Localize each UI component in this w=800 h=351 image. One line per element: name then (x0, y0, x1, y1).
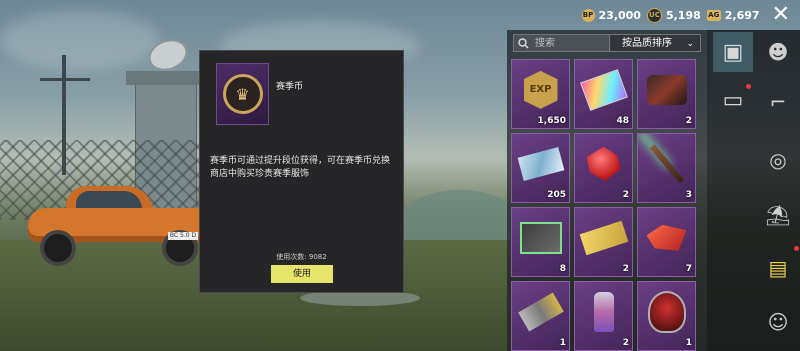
inventory-item-red-gem[interactable]: 2 (574, 133, 633, 203)
inventory-item-helmet[interactable]: 1 (637, 281, 696, 351)
inventory-item-spray-can[interactable]: 2 (574, 281, 633, 351)
steering-wheel-icon: ◎ (769, 148, 787, 172)
sort-label: 按品质排序 (622, 38, 672, 49)
category-sidebar: ▣ ☻ ▭ ⌐ ◎ ⛱ ▤ ☺ (707, 30, 800, 351)
antenna-bar (40, 78, 90, 81)
search-box[interactable] (513, 34, 611, 52)
engine-icon (646, 74, 687, 105)
bp-balance: BP 23,000 (581, 8, 641, 22)
weapon-skin-icon (517, 292, 564, 332)
tab-weapon[interactable]: ⌐ (759, 82, 797, 122)
item-quantity: 2 (685, 116, 692, 126)
tab-consumables[interactable]: ▣ (713, 32, 753, 72)
item-quantity: 2 (622, 264, 629, 274)
inventory-item-magic-wand[interactable]: 3 (637, 133, 696, 203)
item-quantity: 7 (685, 264, 692, 274)
crate-icon: ▤ (768, 256, 788, 280)
inventory-item-vehicle-engine[interactable]: 2 (637, 59, 696, 129)
parachute-icon: ⛱ (765, 203, 791, 227)
item-detail-dialog: ♛ 赛季币 赛季币可通过提升段位获得，可在赛季币兑换商店中购买珍贵赛季服饰 使用… (199, 50, 404, 293)
inventory-item-red-crystal[interactable]: 7 (637, 207, 696, 277)
tab-crates[interactable]: ▤ (759, 246, 799, 288)
consumables-icon: ▣ (722, 39, 744, 65)
search-icon (518, 34, 529, 53)
item-quantity: 3 (685, 190, 692, 200)
item-quantity: 2 (622, 338, 629, 348)
close-icon[interactable]: ✕ (772, 4, 790, 26)
tab-parachute[interactable]: ⛱ (759, 195, 797, 235)
currency-bar: BP 23,000 UC 5,198 AG 2,697 ✕ (581, 4, 790, 26)
item-quantity: 205 (547, 190, 566, 200)
ag-balance: AG 2,697 (706, 8, 760, 22)
ag-amount: 2,697 (724, 8, 760, 22)
bp-amount: 23,000 (598, 8, 641, 22)
license-plate: BC 5.0 D (168, 232, 198, 240)
use-button[interactable]: 使用 (271, 265, 333, 283)
tab-character[interactable]: ☻ (759, 32, 797, 72)
uc-balance: UC 5,198 (646, 7, 701, 23)
crystal-icon (646, 224, 687, 251)
ticket-icon (517, 146, 564, 181)
season-coin-icon: ♛ (222, 74, 263, 114)
search-input[interactable] (533, 36, 607, 50)
sort-dropdown[interactable]: 按品质排序 ⌄ (609, 34, 701, 52)
wand-icon (649, 144, 684, 184)
helmet-icon (647, 290, 686, 333)
wheel (40, 230, 76, 266)
voucher-icon (579, 220, 628, 256)
bp-coin-icon: BP (581, 8, 595, 22)
uc-coin-icon: UC (646, 7, 662, 23)
usage-count: 使用次数: 9082 (276, 253, 327, 261)
item-quantity: 1 (559, 338, 566, 348)
weapon-icon: ⌐ (769, 90, 787, 114)
item-quantity: 1 (685, 338, 692, 348)
item-quantity: 8 (559, 264, 566, 274)
item-quantity: 2 (622, 190, 629, 200)
inventory-panel: 按品质排序 ⌄ EXP 1,650 48 2 205 2 3 8 (507, 30, 707, 351)
item-quantity: 48 (616, 116, 629, 126)
inventory-item-weapon-skin[interactable]: 1 (511, 281, 570, 351)
spray-icon (593, 291, 614, 332)
inventory-item-rainbow-card[interactable]: 48 (574, 59, 633, 129)
item-quantity: 1,650 (537, 116, 566, 126)
tab-cards[interactable]: ▭ (713, 80, 753, 120)
item-thumbnail: ♛ (216, 63, 269, 125)
ag-ticket-icon: AG (706, 9, 721, 21)
rainbow-card-icon (579, 68, 628, 111)
character-icon: ☻ (767, 40, 789, 64)
inventory-item-voucher[interactable]: 2 (574, 207, 633, 277)
uc-amount: 5,198 (665, 8, 701, 22)
notification-dot (746, 84, 751, 89)
item-name: 赛季币 (276, 82, 304, 92)
inventory-grid: EXP 1,650 48 2 205 2 3 8 2 7 1 2 1 (511, 59, 705, 351)
exp-badge-icon: EXP (523, 70, 558, 109)
notification-dot (794, 246, 799, 251)
tab-vehicle[interactable]: ◎ (759, 140, 797, 180)
orange-car: BC 5.0 D (28, 186, 218, 266)
card-icon: ▭ (722, 87, 744, 113)
cloud (0, 10, 160, 70)
inventory-item-ticket[interactable]: 205 (511, 133, 570, 203)
inventory-item-exp-card[interactable]: EXP 1,650 (511, 59, 570, 129)
red-gem-icon (586, 146, 621, 181)
inventory-item-supply-crate[interactable]: 8 (511, 207, 570, 277)
emote-icon: ☺ (767, 310, 789, 334)
tab-emote[interactable]: ☺ (759, 302, 797, 342)
chevron-down-icon: ⌄ (686, 39, 694, 49)
item-description: 赛季币可通过提升段位获得，可在赛季币兑换商店中购买珍贵赛季服饰 (210, 156, 391, 179)
crate-icon (519, 221, 562, 254)
